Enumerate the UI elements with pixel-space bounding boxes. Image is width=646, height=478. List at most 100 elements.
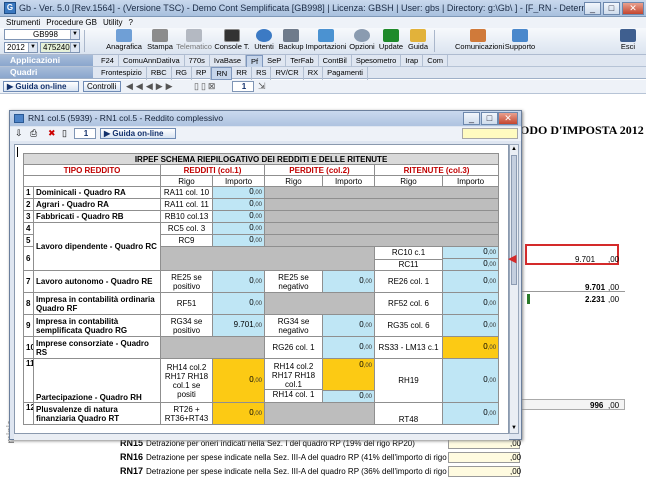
ritenute-field[interactable]: 0,00 0,00	[441, 246, 500, 271]
save-icon[interactable]: ⇩	[15, 128, 23, 139]
disk-icon	[283, 29, 299, 42]
console-button[interactable]: Console T.	[214, 28, 250, 54]
ritenute-field[interactable]: 0,00	[441, 336, 500, 359]
ritenute-field[interactable]: 0,00	[441, 314, 500, 337]
page-field[interactable]: 1	[232, 81, 254, 92]
tab-rr[interactable]: RR	[232, 67, 253, 80]
chevron-down-icon: ▼	[70, 43, 79, 52]
menu-help[interactable]: ?	[129, 18, 133, 27]
controlli-button[interactable]: Controlli	[83, 81, 121, 92]
tab-rx[interactable]: RX	[304, 67, 324, 80]
year-select[interactable]: 2012 ▼	[4, 42, 38, 53]
dialog-status-field	[462, 128, 518, 139]
highlighted-field[interactable]	[525, 244, 619, 265]
table-header: IRPEF SCHEMA RIEPILOGATIVO DEI REDDITI E…	[22, 153, 500, 165]
toolbar-separator	[434, 30, 435, 52]
dialog-minimize-button[interactable]: _	[463, 112, 480, 125]
importo-field[interactable]: 0,00	[212, 210, 265, 223]
ritenute-field[interactable]: 0,00	[441, 358, 500, 403]
users-icon	[256, 29, 272, 42]
esci-button[interactable]: Esci	[616, 28, 640, 54]
horizontal-scrollbar[interactable]	[14, 434, 509, 440]
guida-online-button[interactable]: ▶ Guida on-line	[3, 81, 79, 92]
nav-arrows-icon[interactable]: ◀◀◀▶▶	[126, 81, 176, 92]
page-icon[interactable]: ▯	[62, 128, 67, 139]
tab-frontespizio[interactable]: Frontespizio	[97, 67, 147, 80]
importo-field[interactable]: 0,00	[212, 222, 265, 235]
scroll-down-icon[interactable]: ▼	[510, 424, 518, 433]
page-tools-icon[interactable]: ▯▯⊠	[194, 81, 217, 92]
maximize-button[interactable]: □	[603, 1, 620, 15]
tab-rbc[interactable]: RBC	[147, 67, 172, 80]
menu-procedure[interactable]: Procedure GB	[46, 18, 97, 27]
printer-icon[interactable]: ⎙	[30, 128, 37, 139]
utenti-button[interactable]: Utenti	[252, 28, 276, 54]
dialog-maximize-button[interactable]: □	[481, 112, 498, 125]
quadri-label: Quadri	[0, 67, 93, 78]
sub-rigo: Rigo	[374, 175, 443, 187]
importo-field[interactable]: 0,00	[212, 234, 265, 247]
tab-rn[interactable]: RN	[211, 67, 233, 80]
menu-utility[interactable]: Utility	[103, 18, 123, 27]
perdite-field[interactable]: 0,00 0,00	[322, 358, 375, 403]
perdite-field[interactable]: 0,00	[322, 270, 375, 293]
sub-importo: Importo	[322, 175, 375, 187]
tab-pagamenti[interactable]: Pagamenti	[323, 67, 368, 80]
tab-rp[interactable]: RP	[192, 67, 212, 80]
ritenute-field[interactable]: 0,00	[441, 292, 500, 315]
code-select[interactable]: 475240 ▼	[40, 42, 80, 53]
importo-field[interactable]: 0,00	[212, 186, 265, 199]
table-row: 3 Fabbricati - Quadro RB RB10 col.13 0,00	[23, 210, 500, 223]
importo-field[interactable]: 0,00	[212, 292, 265, 315]
opzioni-button[interactable]: Opzioni	[348, 28, 376, 54]
rn17-row: RN17 Detrazione per spese indicate nella …	[120, 466, 472, 476]
anagrafica-button[interactable]: Anagrafica	[104, 28, 144, 54]
importo-field[interactable]: 0,00	[212, 198, 265, 211]
scroll-up-icon[interactable]: ▲	[510, 145, 518, 154]
ritenute-field[interactable]: 0,00	[441, 270, 500, 293]
search-page-icon[interactable]: ⇲	[258, 81, 266, 92]
app-icon: G	[4, 2, 16, 14]
importo-field[interactable]: 0,00	[212, 270, 265, 293]
stampa-button[interactable]: Stampa	[145, 28, 175, 54]
guida-button[interactable]: Guida	[405, 28, 431, 54]
dialog-close-button[interactable]: ✕	[498, 112, 518, 125]
sub-rigo: Rigo	[264, 175, 323, 187]
importo-field[interactable]: 9.701,00	[212, 314, 265, 337]
menu-strumenti[interactable]: Strumenti	[6, 18, 40, 27]
dialog-guida-button[interactable]: ▶ Guida on-line	[100, 128, 176, 139]
menu-bar: Strumenti Procedure GB Utility ?	[0, 17, 646, 28]
telematico-button[interactable]: Telematico	[176, 28, 212, 54]
dialog-page-field[interactable]: 1	[74, 128, 96, 139]
supporto-button[interactable]: Supporto	[503, 28, 537, 54]
chat-icon	[470, 29, 486, 42]
support-icon	[512, 29, 528, 42]
table-row: 11 Partecipazione - Quadro RH RH14 col.2…	[23, 358, 500, 403]
update-button[interactable]: Update	[378, 28, 404, 54]
tab-rg[interactable]: RG	[172, 67, 192, 80]
close-button[interactable]: ✕	[622, 1, 644, 15]
importo-field[interactable]: 0,00	[212, 402, 265, 425]
delete-icon[interactable]: ✖	[48, 128, 56, 139]
scroll-thumb[interactable]	[511, 155, 517, 285]
vertical-scrollbar[interactable]: ▲ ▼	[509, 144, 519, 434]
tab-rvcr[interactable]: RV/CR	[271, 67, 304, 80]
importo-field[interactable]: 0,00	[212, 358, 265, 403]
company-select[interactable]: GB998 ▼	[4, 29, 80, 40]
tab-rs[interactable]: RS	[252, 67, 272, 80]
ritenute-field[interactable]: 0,00	[441, 402, 500, 425]
value-row2: 9.701	[585, 283, 606, 292]
perdite-field[interactable]: 0,00	[322, 314, 375, 337]
col-perdite: PERDITE (col.2)	[264, 164, 375, 176]
importazioni-button[interactable]: Importazioni	[305, 28, 347, 54]
perdite-field[interactable]: 0,00	[322, 336, 375, 359]
comunicazioni-button[interactable]: Comunicazioni	[455, 28, 504, 54]
backup-button[interactable]: Backup	[278, 28, 304, 54]
minimize-button[interactable]: _	[584, 1, 601, 15]
table-row: 12Plusvalenze di natura finanziaria Quad…	[23, 402, 500, 425]
table-row: 2 Agrari - Quadro RA RA11 col. 11 0,00	[23, 198, 500, 211]
summary-grid: IRPEF SCHEMA RIEPILOGATIVO DEI REDDITI E…	[14, 144, 509, 434]
col-ritenute: RITENUTE (col.3)	[373, 164, 500, 176]
sub-importo: Importo	[212, 175, 265, 187]
chevron-down-icon: ▼	[28, 43, 37, 52]
